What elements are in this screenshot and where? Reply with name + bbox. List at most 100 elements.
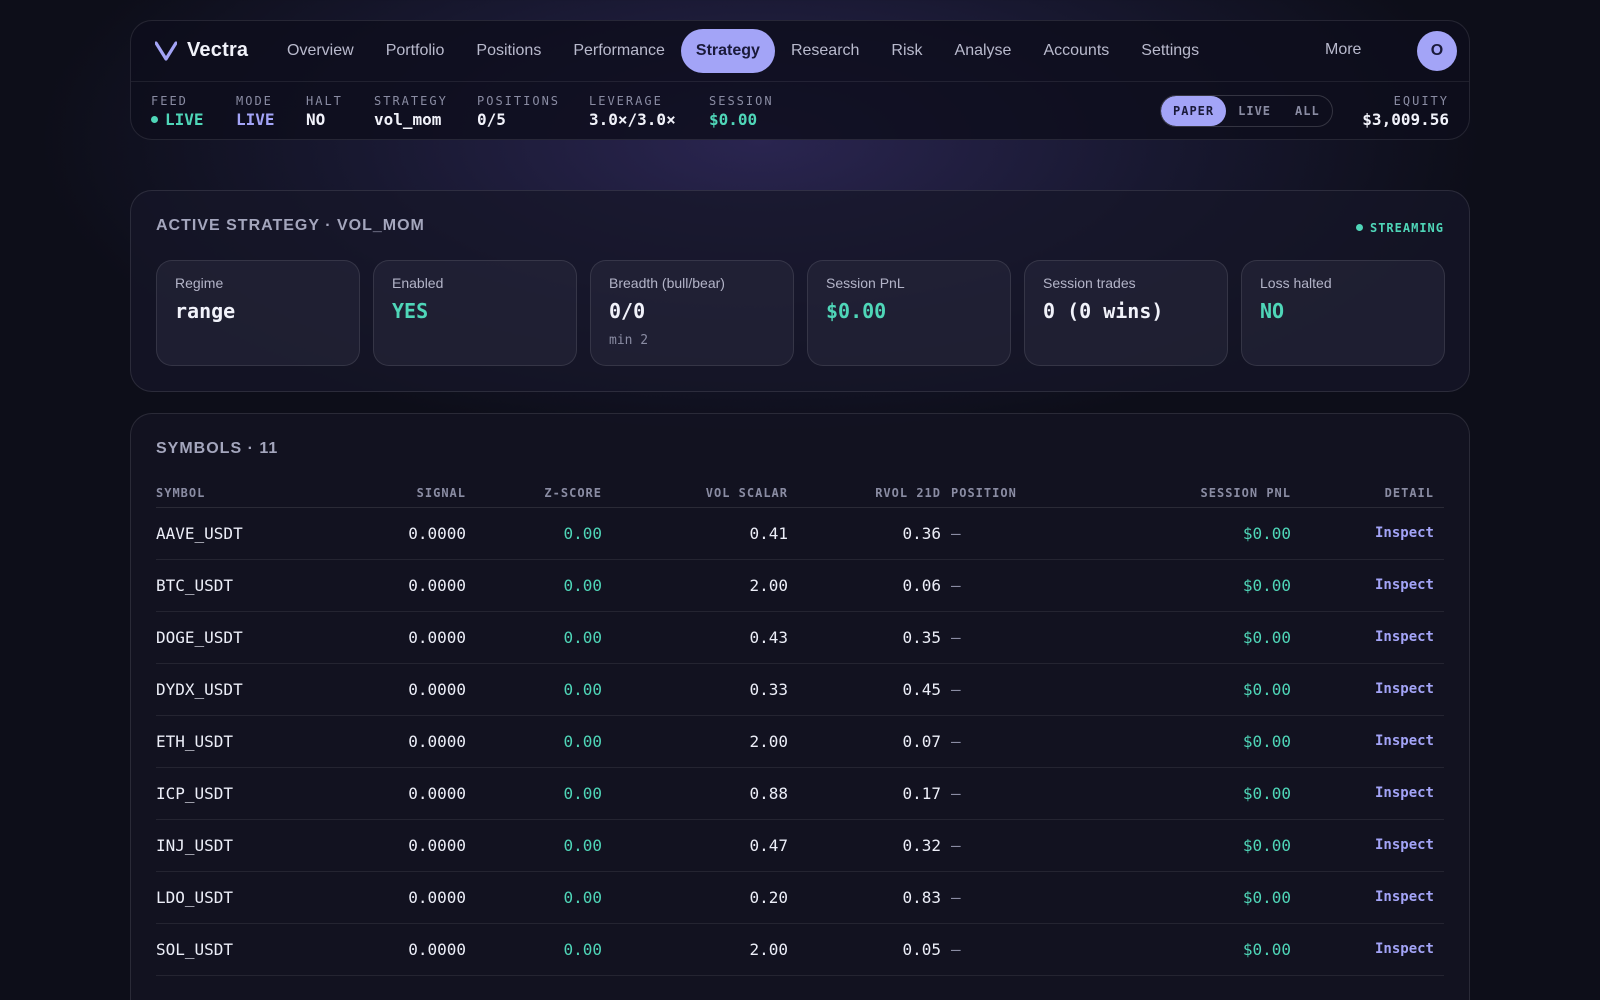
- nav-portfolio[interactable]: Portfolio: [370, 29, 461, 73]
- table-row[interactable]: BTC_USDT 0.0000 0.00 2.00 0.06— $0.00 Inspect: [156, 559, 1444, 612]
- nav-positions[interactable]: Positions: [460, 29, 557, 73]
- table-row[interactable]: ICP_USDT 0.0000 0.00 0.88 0.17— $0.00 Inspect: [156, 767, 1444, 820]
- table-row[interactable]: ETH_USDT 0.0000 0.00 2.00 0.07— $0.00 Inspect: [156, 715, 1444, 768]
- stat-label: POSITIONS: [477, 94, 561, 108]
- nav-analyse[interactable]: Analyse: [939, 29, 1028, 73]
- nav-overview[interactable]: Overview: [271, 29, 370, 73]
- cell-rvol-21d: 0.35: [798, 611, 951, 664]
- cell-session-pnl: $0.00: [1131, 871, 1301, 924]
- cell-signal: 0.0000: [306, 507, 476, 560]
- cell-rvol-21d: 0.36: [798, 507, 951, 560]
- nav-more-button[interactable]: More: [1325, 41, 1361, 59]
- stat-label: MODE: [236, 94, 273, 108]
- inspect-link[interactable]: Inspect: [1301, 923, 1444, 976]
- kpi-value: YES: [392, 299, 429, 323]
- col-signal[interactable]: SIGNAL: [306, 479, 476, 508]
- nav-row: Vectra Overview Portfolio Positions Perf…: [131, 21, 1469, 81]
- kpi-value: range: [175, 299, 236, 323]
- cell-vol-scalar: 2.00: [612, 715, 798, 768]
- cell-signal: 0.0000: [306, 715, 476, 768]
- kpi-value: 0 (0 wins): [1043, 299, 1164, 323]
- filter-all[interactable]: ALL: [1283, 96, 1332, 126]
- inspect-link[interactable]: Inspect: [1301, 611, 1444, 664]
- symbols-table: SYMBOL SIGNAL Z-SCORE VOL SCALAR RVOL 21…: [156, 479, 1444, 976]
- table-row[interactable]: DOGE_USDT 0.0000 0.00 0.43 0.35— $0.00 Inspect: [156, 611, 1444, 664]
- table-row[interactable]: AAVE_USDT 0.0000 0.00 0.41 0.36— $0.00 Inspect: [156, 507, 1444, 560]
- cell-signal: 0.0000: [306, 819, 476, 872]
- cell-position: —: [951, 559, 1131, 612]
- nav-settings[interactable]: Settings: [1125, 29, 1215, 73]
- cell-vol-scalar: 2.00: [612, 559, 798, 612]
- stat-value: LIVE: [151, 110, 204, 129]
- stat-value: $3,009.56: [1362, 110, 1449, 129]
- stat-leverage: LEVERAGE 3.0×/3.0×: [589, 94, 676, 129]
- cell-position: —: [951, 871, 1131, 924]
- main-nav: Overview Portfolio Positions Performance…: [271, 29, 1215, 73]
- nav-performance[interactable]: Performance: [557, 29, 681, 73]
- table-row[interactable]: INJ_USDT 0.0000 0.00 0.47 0.32— $0.00 Inspect: [156, 819, 1444, 872]
- cell-symbol: AAVE_USDT: [156, 507, 306, 560]
- cell-position: —: [951, 663, 1131, 716]
- cell-session-pnl: $0.00: [1131, 923, 1301, 976]
- inspect-link[interactable]: Inspect: [1301, 663, 1444, 716]
- brand-name: Vectra: [187, 39, 249, 61]
- cell-vol-scalar: 2.00: [612, 923, 798, 976]
- cell-vol-scalar: 0.47: [612, 819, 798, 872]
- nav-strategy[interactable]: Strategy: [680, 29, 775, 73]
- kpi-value: 0/0: [609, 299, 646, 323]
- kpi-session-pnl: Session PnL $0.00: [807, 260, 1011, 366]
- cell-vol-scalar: 0.43: [612, 611, 798, 664]
- col-z-score[interactable]: Z-SCORE: [476, 479, 612, 508]
- streaming-label: STREAMING: [1369, 221, 1444, 235]
- nav-risk[interactable]: Risk: [875, 29, 938, 73]
- user-avatar[interactable]: O: [1417, 31, 1457, 71]
- table-row[interactable]: SOL_USDT 0.0000 0.00 2.00 0.05— $0.00 Inspect: [156, 923, 1444, 976]
- cell-session-pnl: $0.00: [1131, 715, 1301, 768]
- kpi-breadth: Breadth (bull/bear) 0/0 min 2: [590, 260, 794, 366]
- panel-title: SYMBOLS · 11: [156, 440, 279, 457]
- col-rvol-21d[interactable]: RVOL 21D: [798, 479, 951, 508]
- brand-logo[interactable]: Vectra: [155, 39, 248, 62]
- table-row[interactable]: LDO_USDT 0.0000 0.00 0.20 0.83— $0.00 Inspect: [156, 871, 1444, 924]
- cell-position: —: [951, 767, 1131, 820]
- cell-symbol: ETH_USDT: [156, 715, 306, 768]
- stat-value: NO: [306, 110, 326, 129]
- col-position[interactable]: POSITION: [951, 479, 1131, 508]
- inspect-link[interactable]: Inspect: [1301, 767, 1444, 820]
- col-vol-scalar[interactable]: VOL SCALAR: [612, 479, 798, 508]
- col-symbol[interactable]: SYMBOL: [156, 479, 306, 508]
- inspect-link[interactable]: Inspect: [1301, 559, 1444, 612]
- stat-session: SESSION $0.00: [709, 94, 774, 129]
- cell-session-pnl: $0.00: [1131, 767, 1301, 820]
- inspect-link[interactable]: Inspect: [1301, 507, 1444, 560]
- active-strategy-card: ACTIVE STRATEGY · VOL_MOM STREAMING Regi…: [130, 190, 1470, 392]
- col-session-pnl[interactable]: SESSION PNL: [1131, 479, 1301, 508]
- kpi-label: Session PnL: [826, 275, 905, 291]
- filter-paper[interactable]: PAPER: [1161, 96, 1227, 126]
- cell-signal: 0.0000: [306, 871, 476, 924]
- cell-signal: 0.0000: [306, 663, 476, 716]
- kpi-loss-halted: Loss halted NO: [1241, 260, 1445, 366]
- cell-z-score: 0.00: [476, 663, 612, 716]
- cell-session-pnl: $0.00: [1131, 819, 1301, 872]
- stat-label: LEVERAGE: [589, 94, 663, 108]
- inspect-link[interactable]: Inspect: [1301, 819, 1444, 872]
- kpi-label: Breadth (bull/bear): [609, 275, 725, 291]
- col-detail: DETAIL: [1301, 479, 1444, 508]
- symbols-panel: SYMBOLS · 11 SYMBOL SIGNAL Z-SCORE VOL S…: [130, 413, 1470, 1000]
- cell-symbol: INJ_USDT: [156, 819, 306, 872]
- cell-signal: 0.0000: [306, 559, 476, 612]
- kpi-label: Enabled: [392, 275, 444, 291]
- inspect-link[interactable]: Inspect: [1301, 871, 1444, 924]
- inspect-link[interactable]: Inspect: [1301, 715, 1444, 768]
- cell-z-score: 0.00: [476, 559, 612, 612]
- cell-signal: 0.0000: [306, 611, 476, 664]
- filter-live[interactable]: LIVE: [1226, 96, 1283, 126]
- cell-position: —: [951, 923, 1131, 976]
- nav-accounts[interactable]: Accounts: [1027, 29, 1125, 73]
- nav-research[interactable]: Research: [775, 29, 875, 73]
- stat-value: vol_mom: [374, 110, 442, 129]
- table-row[interactable]: DYDX_USDT 0.0000 0.00 0.33 0.45— $0.00 Inspect: [156, 663, 1444, 716]
- cell-position: —: [951, 507, 1131, 560]
- table-header-row: SYMBOL SIGNAL Z-SCORE VOL SCALAR RVOL 21…: [156, 479, 1444, 508]
